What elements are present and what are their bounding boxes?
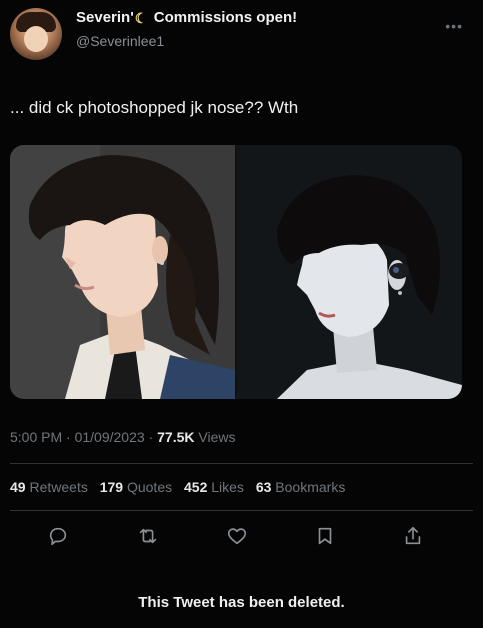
share-button[interactable] [399,522,427,550]
views-count: 77.5K [157,429,195,445]
timestamp-separator: · [66,429,75,445]
bookmarks-label: Bookmarks [275,479,346,495]
media-photo-right[interactable] [237,145,462,399]
share-icon [405,526,421,545]
bookmark-icon [318,527,332,545]
divider [10,510,473,511]
like-button[interactable] [223,522,251,550]
tweet-screenshot: Severin' ☾ Commissions open! @Severinlee… [0,0,483,628]
bookmarks-stat[interactable]: 63 Bookmarks [256,479,346,495]
tweet-header: Severin' ☾ Commissions open! @Severinlee… [10,0,473,72]
retweets-stat[interactable]: 49 Retweets [10,479,88,495]
divider [10,463,473,464]
views-label: Views [198,429,236,445]
likes-stat[interactable]: 452 Likes [184,479,244,495]
quotes-count: 179 [99,479,124,495]
retweets-label: Retweets [29,479,88,495]
retweet-button[interactable] [134,522,162,550]
media-photo-left[interactable] [10,145,235,399]
tweet-deleted-notice: This Tweet has been deleted. [138,594,345,611]
crescent-moon-icon: ☾ [134,9,148,26]
profile-portrait-right [237,145,462,399]
reply-icon [49,527,67,546]
likes-label: Likes [211,479,244,495]
more-options-icon[interactable]: ••• [445,18,463,34]
tweet-text: ... did ck photoshopped jk nose?? Wth [10,98,299,117]
tweet-time: 5:00 PM [10,429,63,445]
reply-button[interactable] [44,522,72,550]
likes-count: 452 [184,479,208,495]
quotes-stat[interactable]: 179 Quotes [100,479,172,495]
like-icon [227,528,247,545]
avatar[interactable] [10,8,62,60]
display-name-suffix: Commissions open! [153,9,298,26]
bookmark-button[interactable] [311,522,339,550]
profile-portrait-left [10,145,235,399]
timestamp-separator: · [148,429,158,445]
quotes-label: Quotes [126,479,173,495]
bookmarks-count: 63 [255,479,272,495]
user-handle[interactable]: @Severinlee1 [76,33,164,49]
tweet-actions [10,522,470,554]
tweet-stats: 49 Retweets 179 Quotes 452 Likes 63 Book… [10,479,353,495]
display-name[interactable]: Severin' ☾ Commissions open! [76,9,297,26]
retweets-count: 49 [10,479,26,495]
tweet-media[interactable] [10,145,462,399]
display-name-text: Severin' [76,9,134,26]
tweet-timestamp[interactable]: 5:00 PM · 01/09/2023 · 77.5K Views [10,429,235,445]
tweet-date: 01/09/2023 [74,429,145,445]
avatar-face [24,26,48,52]
retweet-icon [139,528,157,544]
